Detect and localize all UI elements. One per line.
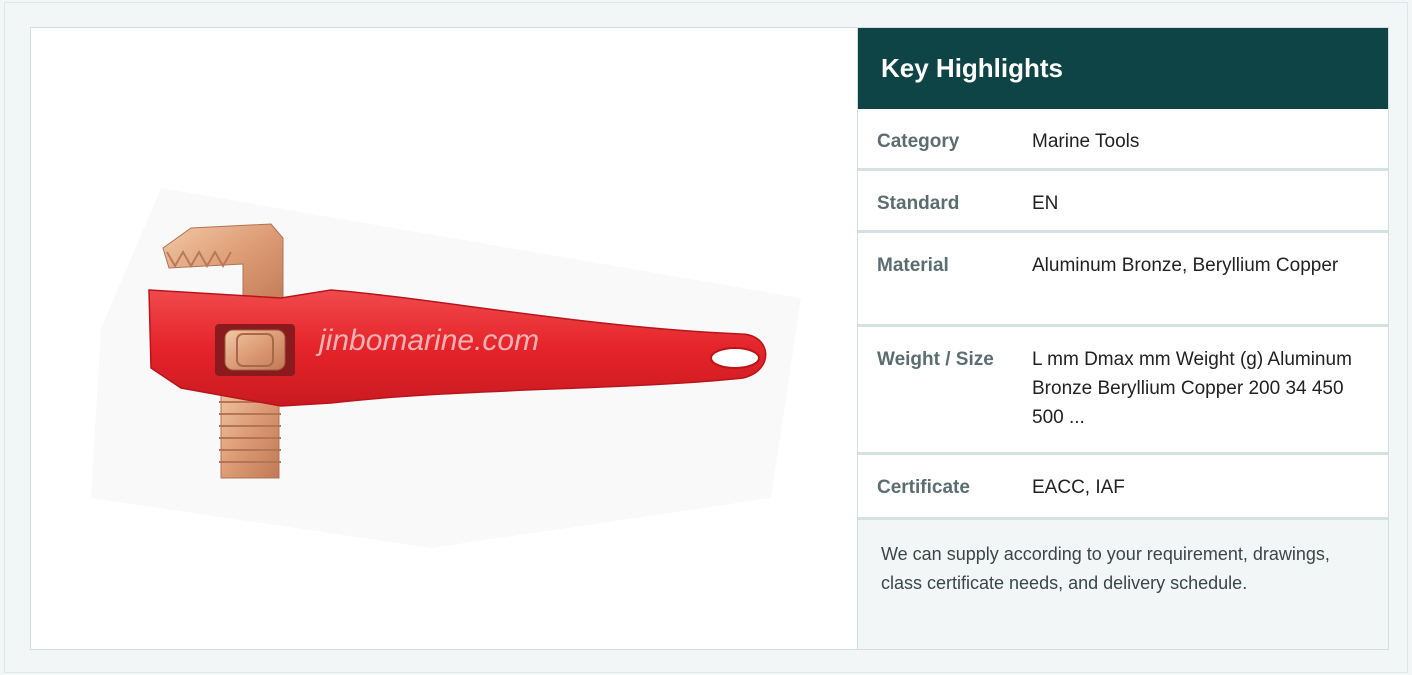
spec-label: Standard [877,193,960,214]
spec-row-material: Material Aluminum Bronze, Beryllium Copp… [858,233,1388,327]
spec-label: Certificate [877,477,970,498]
spec-value: EN [1032,193,1059,214]
highlights-title: Key Highlights [858,28,1388,109]
spec-label: Material [877,255,949,276]
spec-value: EACC, IAF [1032,477,1125,498]
spec-row-weight-size: Weight / Size L mm Dmax mm Weight (g) Al… [858,327,1388,455]
spec-label: Category [877,131,960,152]
spec-row-category: Category Marine Tools [858,109,1388,171]
product-image-pane: jinbomarine.com [31,28,858,649]
spec-value: Aluminum Bronze, Beryllium Copper [1032,255,1339,276]
product-card: jinbomarine.com Key Highlights Category … [30,27,1389,650]
spec-value: L mm Dmax mm Weight (g) Aluminum Bronze … [1032,349,1352,428]
spec-row-standard: Standard EN [858,171,1388,233]
watermark: jinbomarine.com [319,324,540,357]
spec-value: Marine Tools [1032,131,1140,152]
supply-note: We can supply according to your requirem… [858,520,1388,649]
adjusting-nut [215,324,295,376]
highlights-panel: Key Highlights Category Marine Tools Sta… [858,28,1388,649]
spec-row-certificate: Certificate EACC, IAF [858,455,1388,520]
spec-label: Weight / Size [877,349,994,370]
